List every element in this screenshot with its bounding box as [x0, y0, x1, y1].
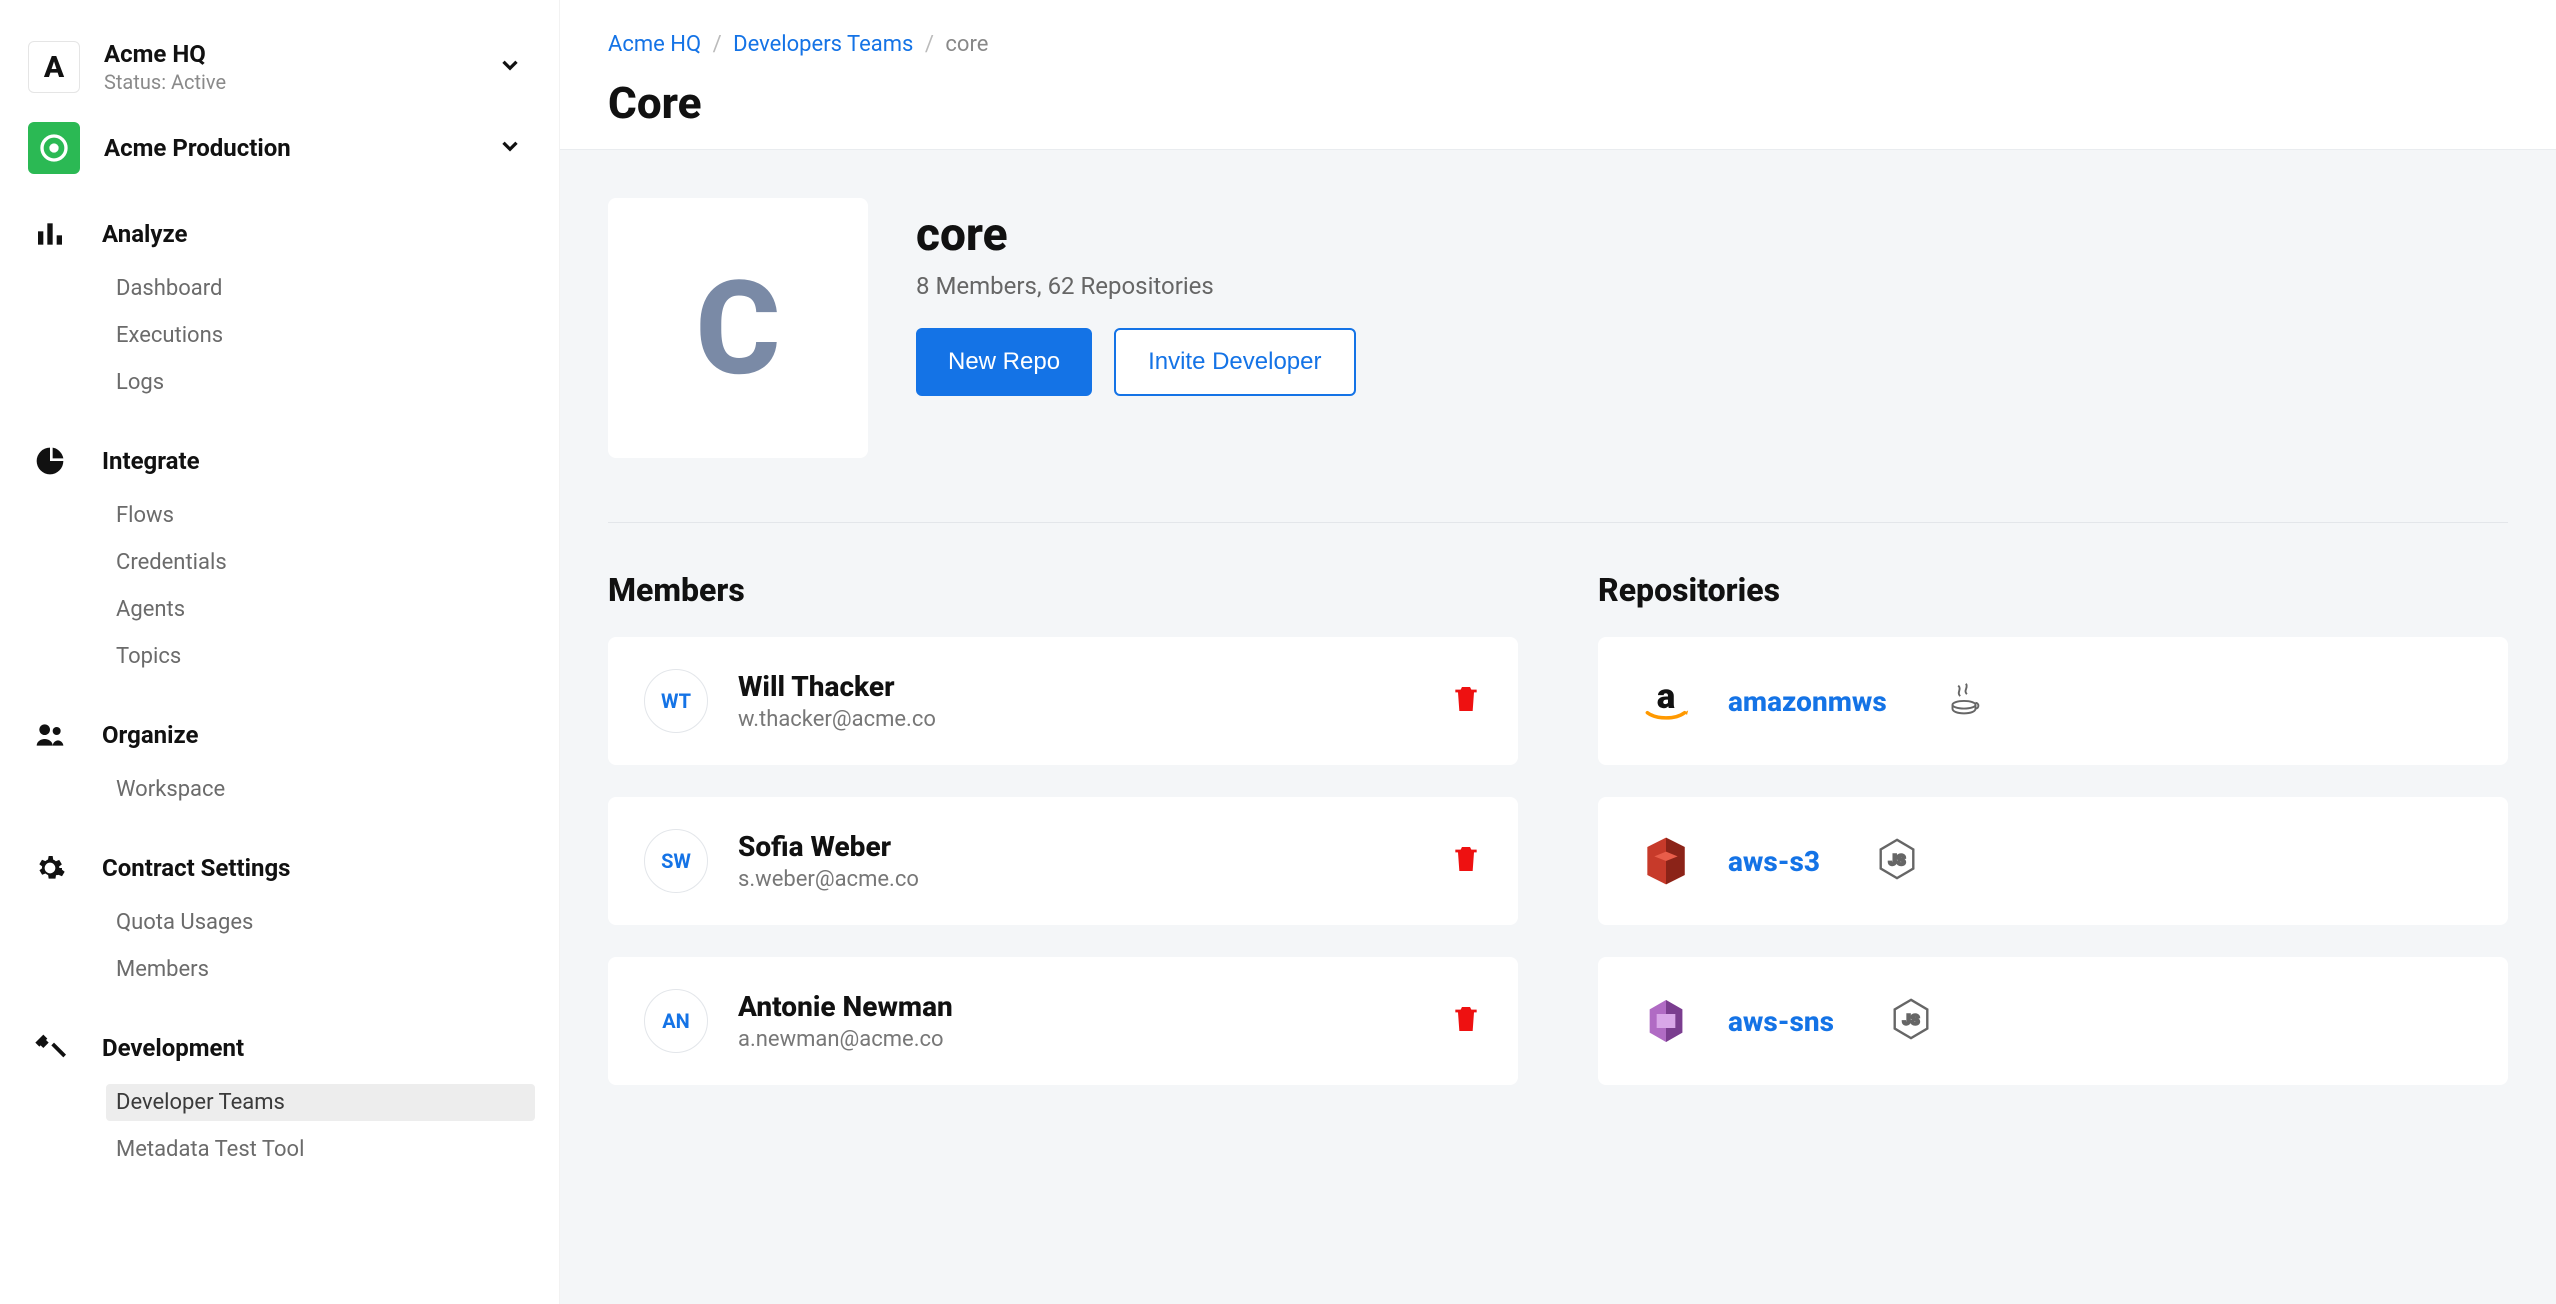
- breadcrumb: Acme HQ / Developers Teams / core: [608, 32, 2508, 57]
- aws-sns-logo-icon: [1634, 989, 1698, 1053]
- org-switcher-acme-hq[interactable]: A Acme HQ Status: Active: [28, 40, 535, 94]
- repo-name: amazonmws: [1728, 685, 1887, 718]
- nav-item-flows[interactable]: Flows: [106, 497, 535, 534]
- repo-card[interactable]: aws-sns JS: [1598, 957, 2508, 1085]
- members-column: Members WT Will Thacker w.thacker@acme.c…: [608, 571, 1518, 1117]
- member-email: w.thacker@acme.co: [738, 707, 1420, 732]
- aws-s3-logo-icon: [1634, 829, 1698, 893]
- repositories-column: Repositories a amazonmws aws-s3: [1598, 571, 2508, 1117]
- member-email: s.weber@acme.co: [738, 867, 1420, 892]
- team-avatar: C: [608, 198, 868, 458]
- nav-item-agents[interactable]: Agents: [106, 591, 535, 628]
- breadcrumb-root[interactable]: Acme HQ: [608, 32, 701, 57]
- org-name: Acme Production: [104, 134, 535, 162]
- main: Acme HQ / Developers Teams / core Core C…: [560, 0, 2556, 1304]
- nav-item-metadata-test-tool[interactable]: Metadata Test Tool: [106, 1131, 535, 1168]
- nav-section-analyze: Analyze Dashboard Executions Logs: [28, 218, 535, 401]
- member-name: Sofia Weber: [738, 830, 1420, 863]
- avatar: WT: [644, 669, 708, 733]
- nav-item-members[interactable]: Members: [106, 951, 535, 988]
- avatar: AN: [644, 989, 708, 1053]
- avatar: SW: [644, 829, 708, 893]
- org-status: Status: Active: [104, 70, 535, 94]
- new-repo-button[interactable]: New Repo: [916, 328, 1092, 396]
- nav-section-contract: Contract Settings Quota Usages Members: [28, 852, 535, 988]
- pie-chart-icon: [32, 445, 68, 477]
- team-name: core: [916, 208, 1356, 262]
- nav-item-dashboard[interactable]: Dashboard: [106, 270, 535, 307]
- nodejs-icon: JS: [1888, 996, 1934, 1046]
- nav-header-organize[interactable]: Organize: [28, 719, 535, 751]
- content: C core 8 Members, 62 Repositories New Re…: [560, 149, 2556, 1304]
- nav-header-contract[interactable]: Contract Settings: [28, 852, 535, 884]
- nav-item-executions[interactable]: Executions: [106, 317, 535, 354]
- member-name: Antonie Newman: [738, 990, 1420, 1023]
- sidebar: A Acme HQ Status: Active Acme Production…: [0, 0, 560, 1304]
- member-name: Will Thacker: [738, 670, 1420, 703]
- tools-icon: [32, 1032, 68, 1064]
- nav-item-workspace[interactable]: Workspace: [106, 771, 535, 808]
- team-header: C core 8 Members, 62 Repositories New Re…: [608, 198, 2508, 523]
- repo-card[interactable]: a amazonmws: [1598, 637, 2508, 765]
- member-email: a.newman@acme.co: [738, 1027, 1420, 1052]
- bar-chart-icon: [32, 218, 68, 250]
- amazon-logo-icon: a: [1634, 669, 1698, 733]
- members-heading: Members: [608, 571, 1518, 609]
- breadcrumb-level1[interactable]: Developers Teams: [733, 32, 913, 57]
- nav-item-logs[interactable]: Logs: [106, 364, 535, 401]
- org-logo-icon: A: [28, 41, 80, 93]
- repo-name: aws-sns: [1728, 1005, 1834, 1038]
- repo-card[interactable]: aws-s3 JS: [1598, 797, 2508, 925]
- chevron-down-icon: [497, 133, 523, 163]
- org-switcher-acme-production[interactable]: Acme Production: [28, 122, 535, 174]
- people-icon: [32, 719, 68, 751]
- member-card[interactable]: SW Sofia Weber s.weber@acme.co: [608, 797, 1518, 925]
- nav-header-development[interactable]: Development: [28, 1032, 535, 1064]
- nav-item-credentials[interactable]: Credentials: [106, 544, 535, 581]
- nav-item-topics[interactable]: Topics: [106, 638, 535, 675]
- repositories-heading: Repositories: [1598, 571, 2508, 609]
- svg-text:JS: JS: [1889, 852, 1906, 869]
- nav-header-analyze[interactable]: Analyze: [28, 218, 535, 250]
- member-card[interactable]: WT Will Thacker w.thacker@acme.co: [608, 637, 1518, 765]
- breadcrumb-current: core: [945, 32, 988, 57]
- nav-header-integrate[interactable]: Integrate: [28, 445, 535, 477]
- nodejs-icon: JS: [1874, 836, 1920, 886]
- java-icon: [1941, 676, 1987, 726]
- gear-icon: [32, 852, 68, 884]
- invite-developer-button[interactable]: Invite Developer: [1114, 328, 1355, 396]
- delete-member-button[interactable]: [1450, 1001, 1482, 1041]
- nav-item-quota-usages[interactable]: Quota Usages: [106, 904, 535, 941]
- nav-section-organize: Organize Workspace: [28, 719, 535, 808]
- repo-name: aws-s3: [1728, 845, 1820, 878]
- nav-section-development: Development Developer Teams Metadata Tes…: [28, 1032, 535, 1168]
- delete-member-button[interactable]: [1450, 841, 1482, 881]
- nav-item-developer-teams[interactable]: Developer Teams: [106, 1084, 535, 1121]
- svg-text:JS: JS: [1903, 1012, 1920, 1029]
- team-meta: 8 Members, 62 Repositories: [916, 272, 1356, 300]
- member-card[interactable]: AN Antonie Newman a.newman@acme.co: [608, 957, 1518, 1085]
- chevron-down-icon: [497, 52, 523, 82]
- delete-member-button[interactable]: [1450, 681, 1482, 721]
- org-name: Acme HQ: [104, 40, 535, 68]
- svg-text:a: a: [1657, 676, 1676, 717]
- topbar: Acme HQ / Developers Teams / core Core: [560, 0, 2556, 149]
- org-logo-icon: [28, 122, 80, 174]
- nav-section-integrate: Integrate Flows Credentials Agents Topic…: [28, 445, 535, 675]
- page-title: Core: [608, 77, 2508, 129]
